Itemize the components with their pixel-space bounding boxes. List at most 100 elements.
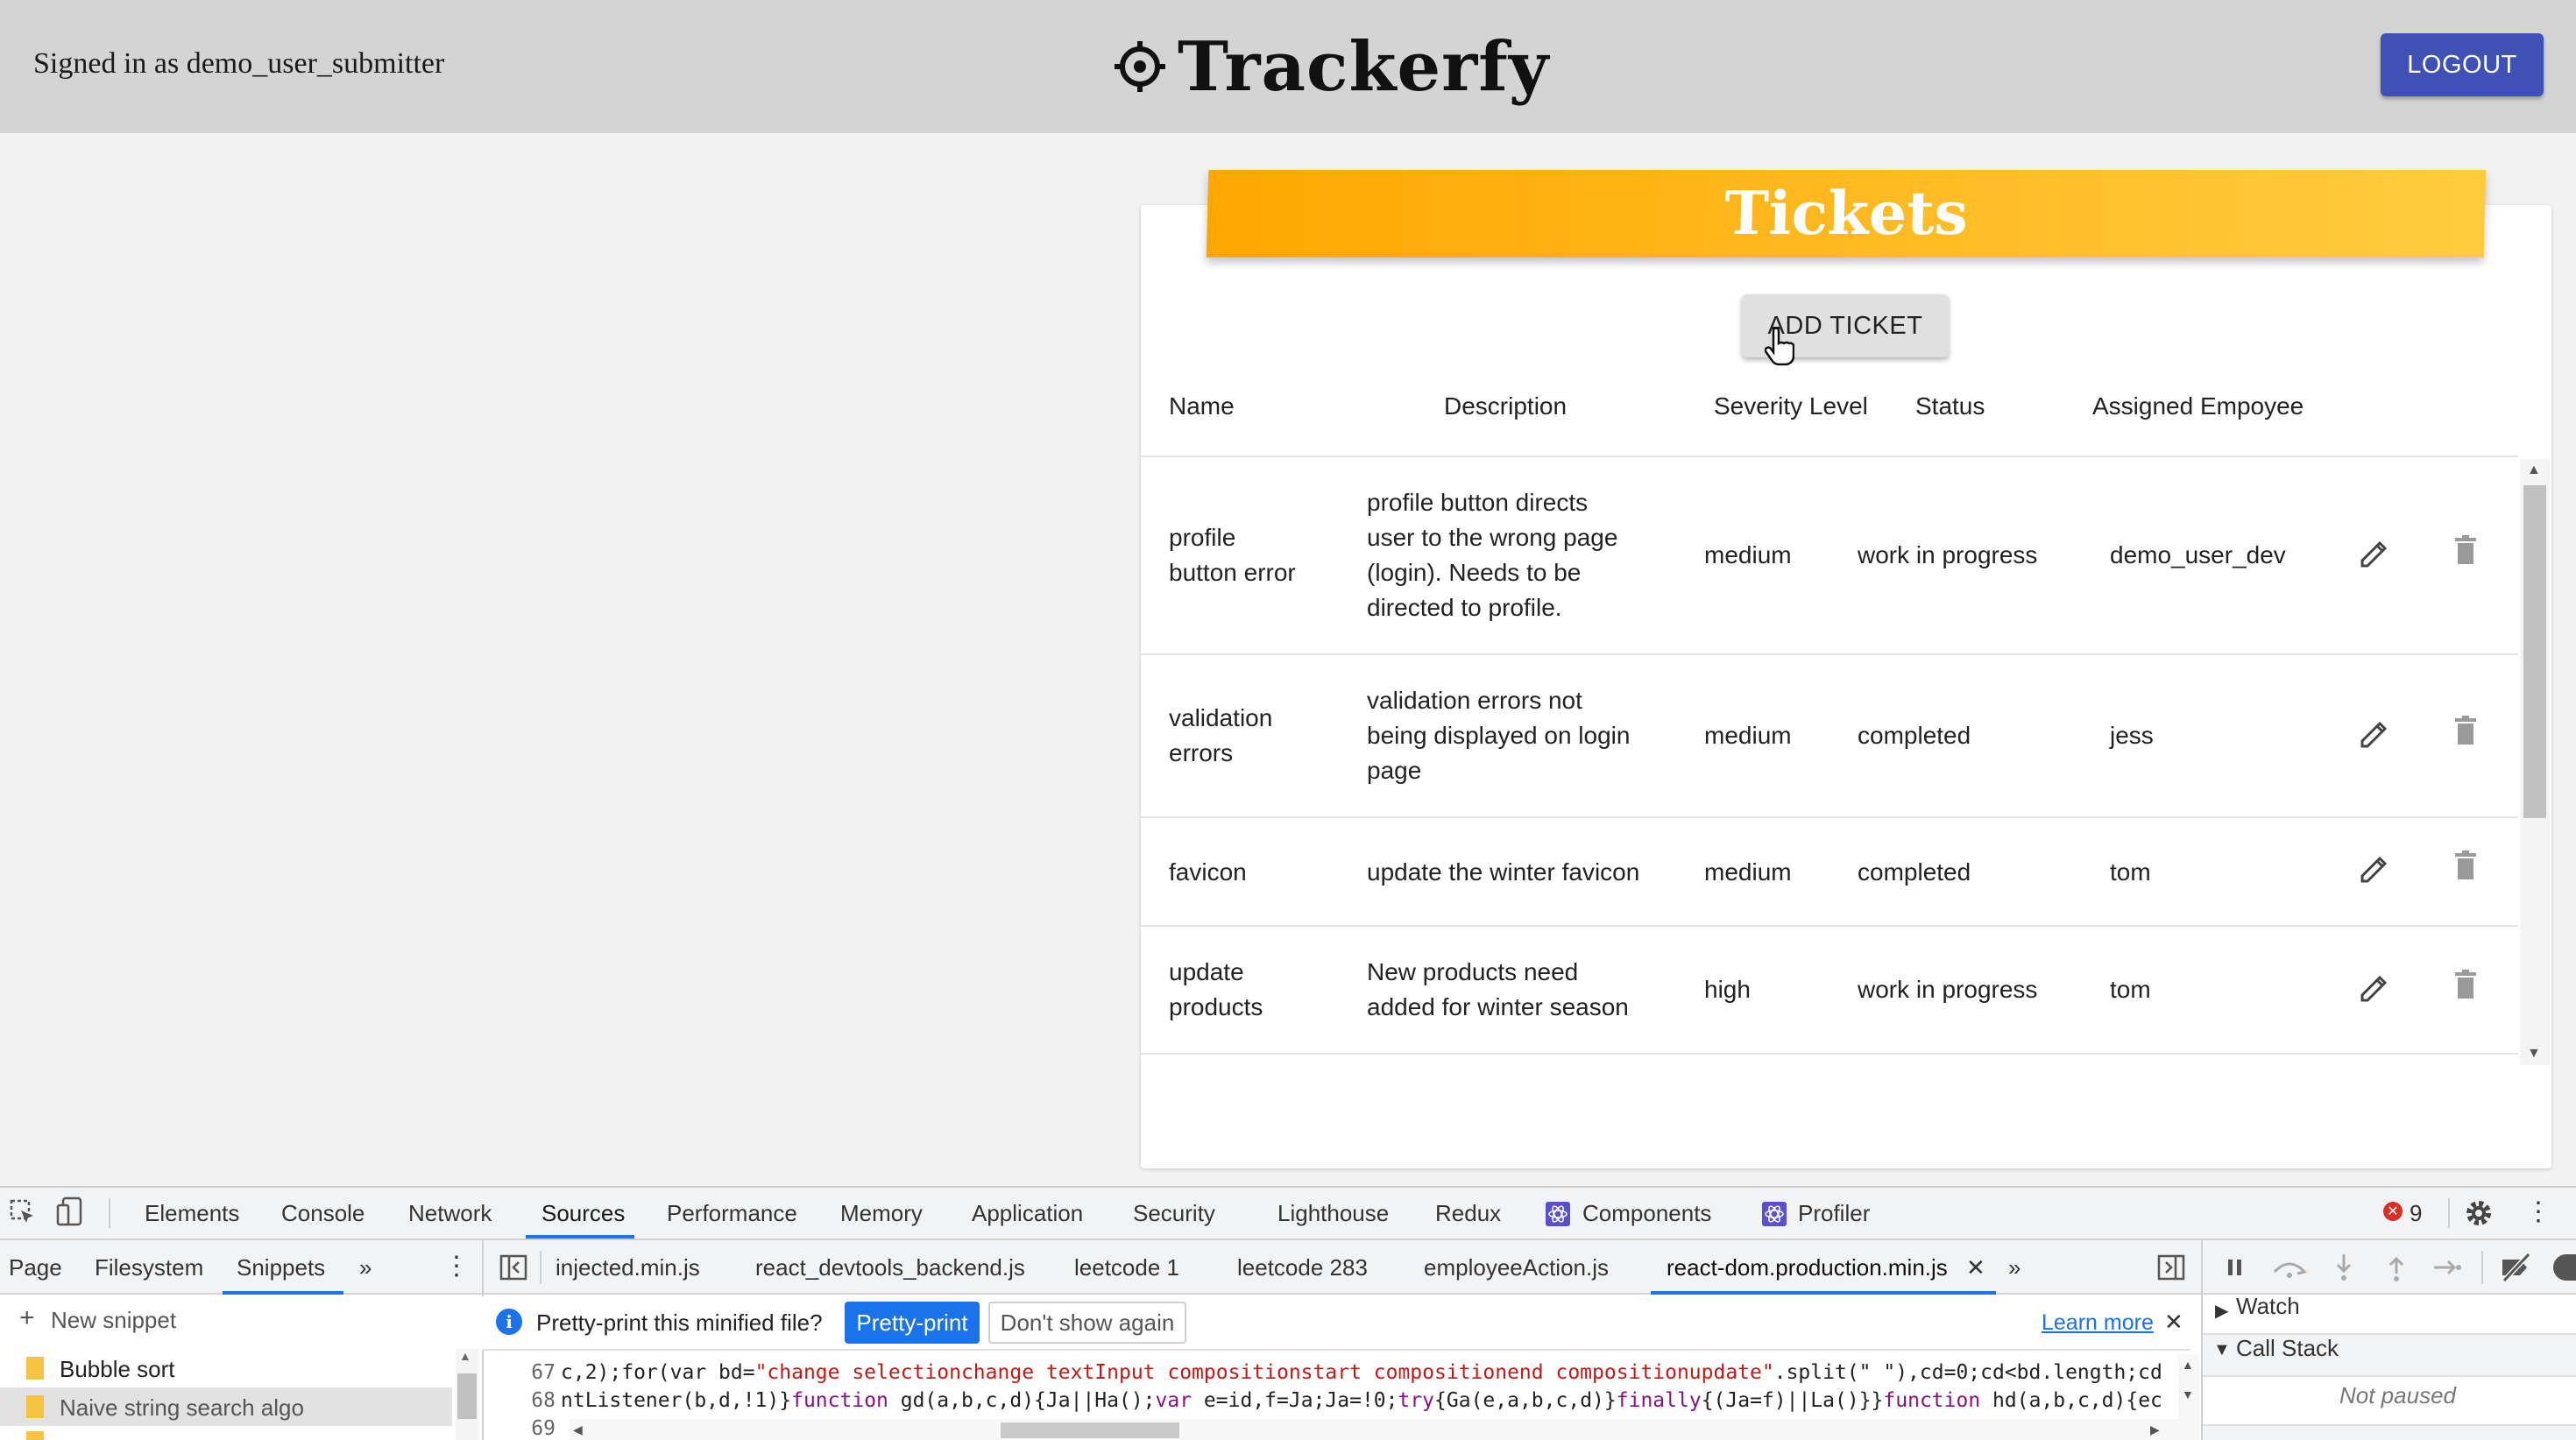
scroll-up-arrow[interactable]: ▲ — [459, 1349, 471, 1363]
ticket-name: update products — [1169, 958, 1263, 1020]
edit-icon[interactable] — [2357, 969, 2387, 1004]
tab-components[interactable]: Components — [1582, 1200, 1711, 1227]
watch-label[interactable]: Watch — [2236, 1293, 2300, 1320]
tab-elements[interactable]: Elements — [145, 1200, 239, 1227]
table-scrollbar-thumb[interactable] — [2523, 485, 2546, 818]
tab-network[interactable]: Network — [408, 1200, 492, 1227]
scroll-right-arrow[interactable]: ▶ — [2150, 1422, 2160, 1437]
list-item[interactable]: Bubble sort — [0, 1349, 452, 1387]
error-count[interactable]: 9 — [2410, 1200, 2422, 1227]
ticket-name: validation errors — [1169, 704, 1273, 766]
scope-section[interactable] — [2203, 1424, 2576, 1440]
close-tab-icon[interactable]: ✕ — [1966, 1254, 1985, 1281]
call-stack-label[interactable]: Call Stack — [2236, 1335, 2339, 1362]
dont-show-again-button[interactable]: Don't show again — [988, 1302, 1186, 1344]
gear-icon[interactable] — [2464, 1198, 2494, 1228]
tab-security[interactable]: Security — [1133, 1200, 1215, 1227]
toolbar-divider — [109, 1198, 110, 1228]
plus-icon[interactable]: + — [19, 1303, 35, 1333]
file-tab[interactable]: injected.min.js — [556, 1254, 700, 1281]
device-toolbar-icon[interactable] — [56, 1196, 84, 1226]
tab-lighthouse[interactable]: Lighthouse — [1277, 1200, 1389, 1227]
scroll-left-arrow[interactable]: ◀ — [573, 1422, 583, 1437]
more-files-icon[interactable]: » — [2008, 1254, 2020, 1281]
toolbar-divider — [2481, 1251, 2483, 1284]
more-options-icon[interactable]: ⋮ — [2525, 1196, 2551, 1227]
delete-icon[interactable] — [2451, 533, 2480, 568]
expand-arrow-icon[interactable]: ▶ — [2215, 1300, 2228, 1322]
ticket-status: work in progress — [1858, 976, 2038, 1003]
nav-tab-filesystem[interactable]: Filesystem — [95, 1254, 203, 1281]
active-file-indicator — [1651, 1291, 1996, 1295]
col-header-description: Description — [1444, 392, 1568, 420]
info-icon: i — [496, 1309, 522, 1335]
editor-horizontal-scrollbar[interactable] — [570, 1419, 2178, 1440]
ticket-description: profile button directs user to the wrong … — [1367, 489, 1618, 621]
tab-redux[interactable]: Redux — [1435, 1200, 1501, 1227]
edit-icon[interactable] — [2357, 715, 2387, 750]
file-tab[interactable]: react_devtools_backend.js — [755, 1254, 1025, 1281]
list-item[interactable]: Naive string search algo — [0, 1387, 452, 1426]
learn-more-link[interactable]: Learn more — [2042, 1310, 2154, 1336]
delete-icon[interactable] — [2451, 848, 2480, 883]
scroll-down-arrow[interactable]: ▼ — [2527, 1046, 2541, 1062]
ticket-assignee: tom — [2110, 858, 2151, 886]
step-out-icon[interactable] — [2385, 1253, 2408, 1282]
navigator-scrollbar-thumb[interactable] — [457, 1373, 477, 1419]
collapse-arrow-icon[interactable]: ▼ — [2213, 1340, 2231, 1360]
step-over-icon[interactable] — [2271, 1256, 2308, 1279]
toolbar-divider — [540, 1251, 541, 1284]
inspect-element-icon[interactable] — [9, 1198, 37, 1226]
nav-tab-page[interactable]: Page — [9, 1254, 62, 1281]
col-header-severity: Severity Level — [1714, 392, 1868, 420]
delete-icon[interactable] — [2451, 967, 2480, 1002]
file-icon — [26, 1431, 44, 1440]
react-icon — [1546, 1202, 1570, 1226]
toolbar-divider — [2448, 1198, 2450, 1228]
line-number: 67 — [531, 1361, 556, 1384]
scroll-down-arrow[interactable]: ▼ — [2182, 1387, 2194, 1401]
error-icon[interactable]: ✕ — [2383, 1202, 2403, 1221]
scroll-up-arrow[interactable]: ▲ — [2527, 462, 2541, 478]
file-tab-active[interactable]: react-dom.production.min.js — [1667, 1254, 1948, 1281]
logout-button[interactable]: LOGOUT — [2381, 33, 2544, 96]
ticket-severity: medium — [1704, 858, 1792, 886]
new-snippet-button[interactable]: New snippet — [51, 1307, 176, 1334]
react-icon — [1762, 1202, 1787, 1226]
scroll-up-arrow[interactable]: ▲ — [2182, 1358, 2194, 1372]
edit-icon[interactable] — [2357, 534, 2387, 569]
nav-tab-snippets[interactable]: Snippets — [237, 1254, 325, 1281]
editor-horizontal-thumb[interactable] — [1001, 1422, 1179, 1438]
ticket-severity: medium — [1704, 541, 1792, 568]
tab-sources[interactable]: Sources — [541, 1200, 625, 1227]
tab-performance[interactable]: Performance — [667, 1200, 797, 1227]
close-infobar-icon[interactable]: ✕ — [2164, 1309, 2183, 1336]
ticket-status: completed — [1858, 722, 1971, 749]
file-tab[interactable]: leetcode 283 — [1237, 1254, 1368, 1281]
edit-icon[interactable] — [2357, 850, 2387, 885]
pause-on-exceptions-icon[interactable] — [2553, 1254, 2576, 1281]
step-icon[interactable] — [2432, 1256, 2462, 1279]
more-tabs-icon[interactable]: » — [359, 1254, 372, 1281]
ticket-name: profile button error — [1169, 524, 1296, 586]
nav-more-icon[interactable]: ⋮ — [443, 1251, 470, 1281]
toggle-debugger-icon[interactable] — [2157, 1254, 2185, 1281]
hand-cursor-icon — [1765, 327, 1794, 366]
file-tab[interactable]: leetcode 1 — [1074, 1254, 1179, 1281]
pretty-print-button[interactable]: Pretty-print — [845, 1302, 980, 1344]
toggle-navigator-icon[interactable] — [499, 1254, 527, 1281]
code-line[interactable]: c,2);for(var bd="change selectionchange … — [561, 1361, 2178, 1384]
code-line[interactable]: ntListener(b,d,!1)}function gd(a,b,c,d){… — [561, 1389, 2178, 1412]
signed-in-text: Signed in as demo_user_submitter — [33, 47, 445, 80]
tab-application[interactable]: Application — [972, 1200, 1083, 1227]
tab-memory[interactable]: Memory — [840, 1200, 923, 1227]
tab-profiler[interactable]: Profiler — [1798, 1200, 1870, 1227]
brand-name: Trackerfy — [1178, 26, 1550, 107]
tab-console[interactable]: Console — [281, 1200, 364, 1227]
deactivate-breakpoints-icon[interactable] — [2499, 1253, 2534, 1282]
step-into-icon[interactable] — [2332, 1253, 2355, 1282]
delete-icon[interactable] — [2451, 713, 2480, 748]
ticket-description: validation errors not being displayed on … — [1367, 687, 1631, 784]
pause-icon[interactable] — [2224, 1256, 2247, 1279]
file-tab[interactable]: employeeAction.js — [1424, 1254, 1609, 1281]
